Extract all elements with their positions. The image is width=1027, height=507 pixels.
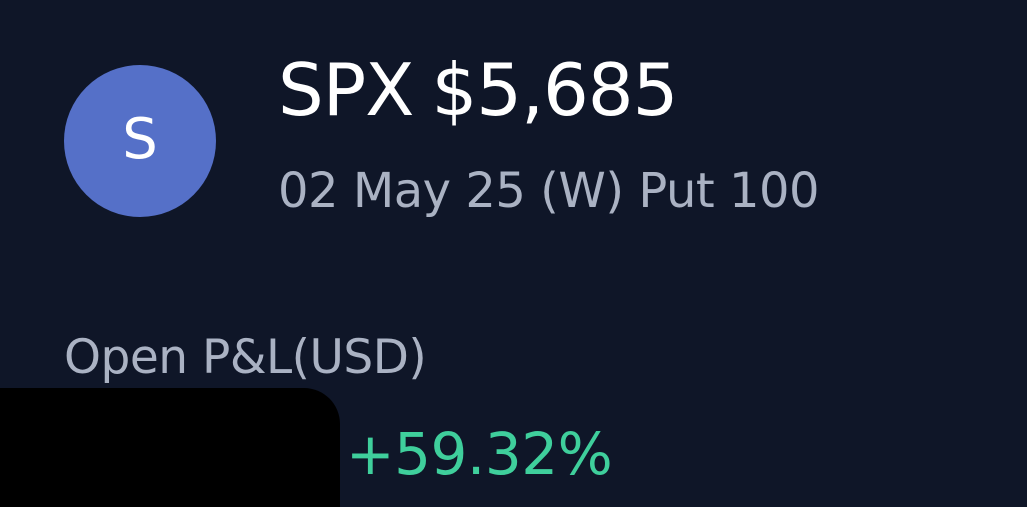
- open-pnl-percent: +59.32%: [346, 420, 613, 488]
- symbol-price-line: SPX $5,685: [278, 40, 678, 140]
- ticker-symbol: SPX: [278, 48, 414, 132]
- open-pnl-label: Open P&L(USD): [64, 330, 427, 385]
- symbol-avatar: S: [64, 65, 216, 217]
- position-card: S SPX $5,685 02 May 25 (W) Put 100 Open …: [0, 0, 1027, 507]
- avatar-letter: S: [122, 107, 158, 172]
- redaction-mark: [0, 388, 340, 507]
- contract-details: 02 May 25 (W) Put 100: [278, 163, 820, 219]
- underlying-price: $5,685: [431, 48, 678, 132]
